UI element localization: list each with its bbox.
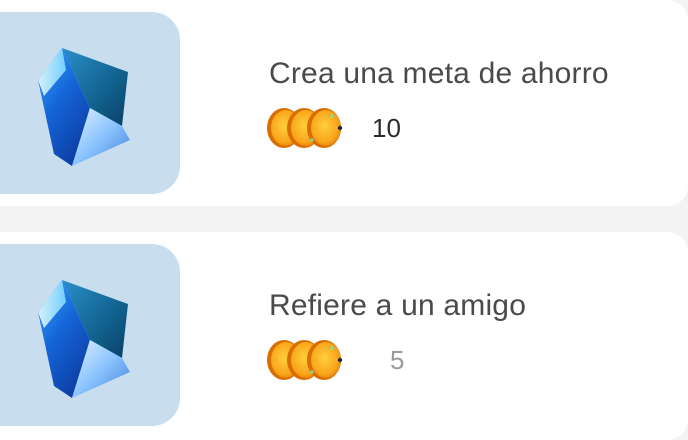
mission-thumbnail <box>0 12 180 194</box>
mission-card[interactable]: Crea una meta de ahorro 10 <box>0 0 688 206</box>
mission-card[interactable]: Refiere a un amigo 5 <box>0 232 688 440</box>
reward-amount: 10 <box>372 113 401 143</box>
blue-gem-icon <box>38 280 130 398</box>
mission-thumbnail <box>0 244 180 426</box>
coin-stack-icon <box>267 108 343 148</box>
coin-stack-icon <box>267 340 343 380</box>
reward-amount: 5 <box>390 345 405 375</box>
mission-title: Crea una meta de ahorro <box>269 57 609 90</box>
mission-title: Refiere a un amigo <box>269 289 527 322</box>
blue-gem-icon <box>38 48 130 166</box>
